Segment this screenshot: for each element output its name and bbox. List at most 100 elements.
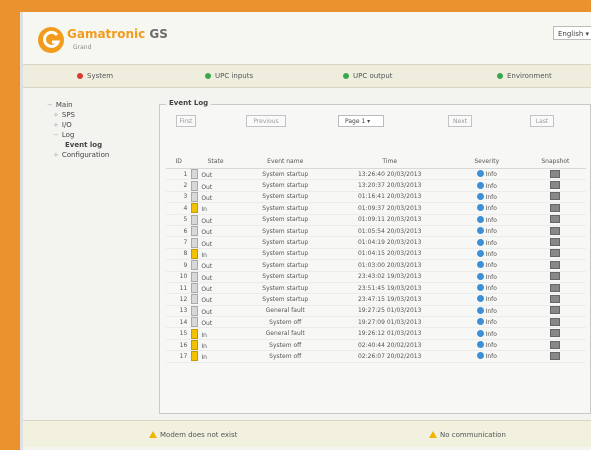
row-id: 9 [166,259,192,272]
snapshot-icon[interactable] [550,169,561,178]
door-state-icon [191,226,199,237]
table-row[interactable]: 16 In System off 02:40:44 20/02/2013 Info [166,339,586,352]
row-snapshot-cell [524,191,586,204]
table-row[interactable]: 1 Out System startup 13:26:40 20/03/2013 In… [166,168,586,181]
snapshot-icon[interactable] [550,329,561,338]
table-row[interactable]: 5 Out System startup 01:09:11 20/03/2013 In… [166,214,586,226]
row-event-name: System startup [239,271,331,283]
status-upc-inputs[interactable]: UPC inputs [205,72,253,80]
snapshot-icon[interactable] [550,306,561,315]
row-id: 12 [166,293,192,306]
door-state-icon [191,271,199,282]
door-state-icon [191,351,199,362]
table-row[interactable]: 12 Out System startup 23:47:15 19/03/2013 I… [166,293,586,306]
table-row[interactable]: 8 In System startup 01:04:15 20/03/2013 Inf… [166,248,586,261]
sidebar-item-io[interactable]: + I/O [47,120,109,130]
table-row[interactable]: 3 Out System startup 01:16:41 20/03/2013 In… [166,191,586,204]
row-state-cell: Out [191,214,240,226]
col-event-name[interactable]: Event name [239,157,331,169]
row-state: Out [201,240,213,248]
last-page-button[interactable]: Last [530,115,554,127]
col-time[interactable]: Time [330,157,449,169]
snapshot-icon[interactable] [550,260,561,269]
table-row[interactable]: 11 Out System startup 23:51:45 19/03/2013 I… [166,282,586,295]
row-id: 17 [166,350,192,363]
col-severity[interactable]: Severity [448,157,525,169]
table-row[interactable]: 17 In System off 02:26:07 20/02/2013 Info [166,350,586,363]
row-state-cell: In [191,202,240,215]
sidebar-item-sps[interactable]: + SPS [47,110,109,120]
table-row[interactable]: 4 In System startup 01:09:37 20/03/2013 Inf… [166,202,586,215]
status-environment[interactable]: Environment [497,72,552,80]
table-row[interactable]: 7 Out System startup 01:04:19 20/03/2013 In… [166,236,586,249]
col-state[interactable]: State [191,157,240,169]
snapshot-icon[interactable] [550,192,561,201]
row-severity: Info [485,262,497,270]
table-row[interactable]: 14 Out System off 19:27:09 01/03/2013 Info [166,316,586,329]
snapshot-icon[interactable] [550,272,561,281]
row-id: 16 [166,339,192,352]
table-row[interactable]: 10 Out System startup 23:43:02 19/03/2013 I… [166,271,586,283]
snapshot-icon[interactable] [550,340,561,349]
modem-status: Modem does not exist [149,431,237,439]
snapshot-icon[interactable] [550,317,561,326]
row-state-cell: Out [191,225,240,238]
snapshot-icon[interactable] [550,181,561,190]
info-icon [476,170,484,178]
row-event-name: System startup [239,191,331,204]
sidebar-item-event-log[interactable]: Event log [47,140,109,150]
row-severity-cell: Info [448,168,525,181]
col-snapshot[interactable]: Snapshot [524,157,586,169]
status-upc-output[interactable]: UPC output [343,72,393,80]
row-severity-cell: Info [448,327,525,340]
row-state: Out [201,217,213,225]
event-log-title: Event Log [166,99,212,107]
row-severity-cell: Info [448,191,525,204]
table-row[interactable]: 15 In General fault 19:26:12 01/03/2013 Inf… [166,327,586,340]
page-select[interactable]: Page 1 ▾ [338,115,384,127]
row-time: 23:51:45 19/03/2013 [330,282,449,295]
door-state-icon [191,180,199,191]
table-row[interactable]: 2 Out System startup 13:20:37 20/03/2013 In… [166,179,586,192]
snapshot-icon[interactable] [550,249,561,258]
row-severity-cell: Info [448,225,525,238]
sidebar-item-log[interactable]: − Log [47,130,109,140]
row-event-name: System off [239,316,331,329]
row-state: Out [201,229,213,237]
sidebar-item-configuration[interactable]: + Configuration [47,150,109,160]
table-row[interactable]: 13 Out General fault 19:27:25 01/03/2013 In… [166,305,586,318]
col-id[interactable]: ID [166,157,192,169]
table-row[interactable]: 6 Out System startup 01:05:54 20/03/2013 In… [166,225,586,238]
row-snapshot-cell [524,339,586,352]
snapshot-icon[interactable] [550,351,561,360]
status-system[interactable]: System [77,72,113,80]
row-severity-cell: Info [448,259,525,272]
info-icon [476,295,484,303]
table-row[interactable]: 9 Out System startup 01:03:00 20/03/2013 In… [166,259,586,272]
row-state-cell: Out [191,316,240,329]
door-state-icon [191,328,199,339]
snapshot-icon[interactable] [550,283,561,292]
snapshot-icon[interactable] [550,238,561,247]
first-page-button[interactable]: First [176,115,196,127]
row-state: Out [201,194,213,202]
door-state-icon [191,340,199,351]
row-id: 10 [166,271,192,283]
language-select[interactable]: English ▾ [553,26,591,40]
row-severity: Info [485,285,497,293]
next-page-button[interactable]: Next [448,115,472,127]
snapshot-icon[interactable] [550,226,561,235]
snapshot-icon[interactable] [550,294,561,303]
row-severity: Info [485,296,497,304]
snapshot-icon[interactable] [550,203,561,212]
event-log-rows: 1 Out System startup 13:26:40 20/03/2013 In… [166,168,586,363]
row-state-cell: Out [191,191,240,204]
row-state: Out [201,274,213,282]
sidebar-item-main[interactable]: − Main [47,100,109,110]
door-state-icon [191,169,199,180]
snapshot-icon[interactable] [550,215,561,224]
previous-page-button[interactable]: Previous [246,115,286,127]
row-severity: Info [485,330,497,338]
row-state: Out [201,183,213,191]
row-state-cell: In [191,327,240,340]
